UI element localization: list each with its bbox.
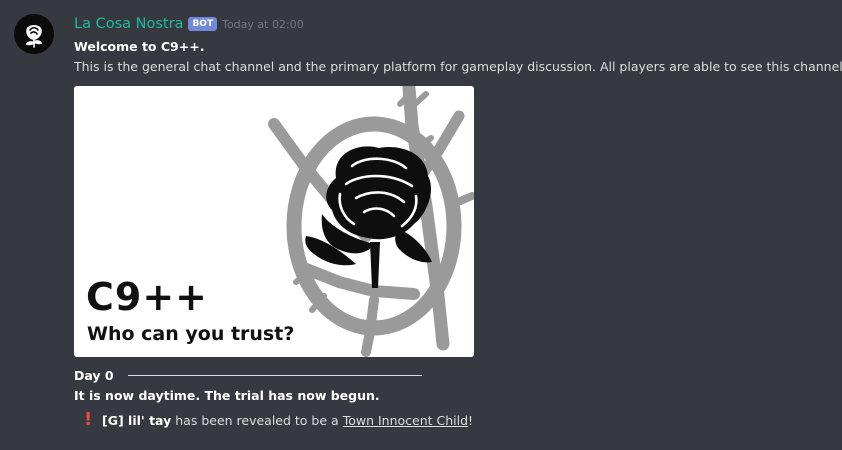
- daytime-notice: It is now daytime. The trial has now beg…: [74, 388, 380, 403]
- day-label: Day 0: [74, 367, 114, 383]
- message-header: La Cosa Nostra BOT Today at 02:00: [74, 14, 304, 34]
- reveal-punctuation: !: [468, 412, 474, 428]
- bot-tag: BOT: [188, 17, 218, 31]
- reveal-text: has been revealed to be a: [175, 412, 339, 428]
- player-name: [G] lil' tay: [102, 412, 172, 428]
- embedded-image[interactable]: C9++ Who can you trust?: [74, 86, 474, 357]
- rose-icon: [14, 14, 54, 54]
- image-title: C9++: [86, 275, 209, 319]
- username[interactable]: La Cosa Nostra: [74, 16, 183, 32]
- role-reveal: ! [G] lil' tay has been revealed to be a…: [84, 410, 473, 430]
- day-separator: Day 0: [74, 366, 422, 384]
- divider: [127, 374, 422, 376]
- chat-message: La Cosa Nostra BOT Today at 02:00 Welcom…: [0, 0, 842, 450]
- image-subtitle: Who can you trust?: [87, 323, 295, 345]
- timestamp: Today at 02:00: [222, 17, 304, 31]
- exclamation-icon: !: [84, 409, 93, 430]
- channel-description: This is the general chat channel and the…: [74, 59, 842, 74]
- role-link[interactable]: Town Innocent Child: [343, 413, 468, 428]
- welcome-title: Welcome to C9++.: [74, 39, 205, 54]
- bot-avatar[interactable]: [14, 14, 54, 54]
